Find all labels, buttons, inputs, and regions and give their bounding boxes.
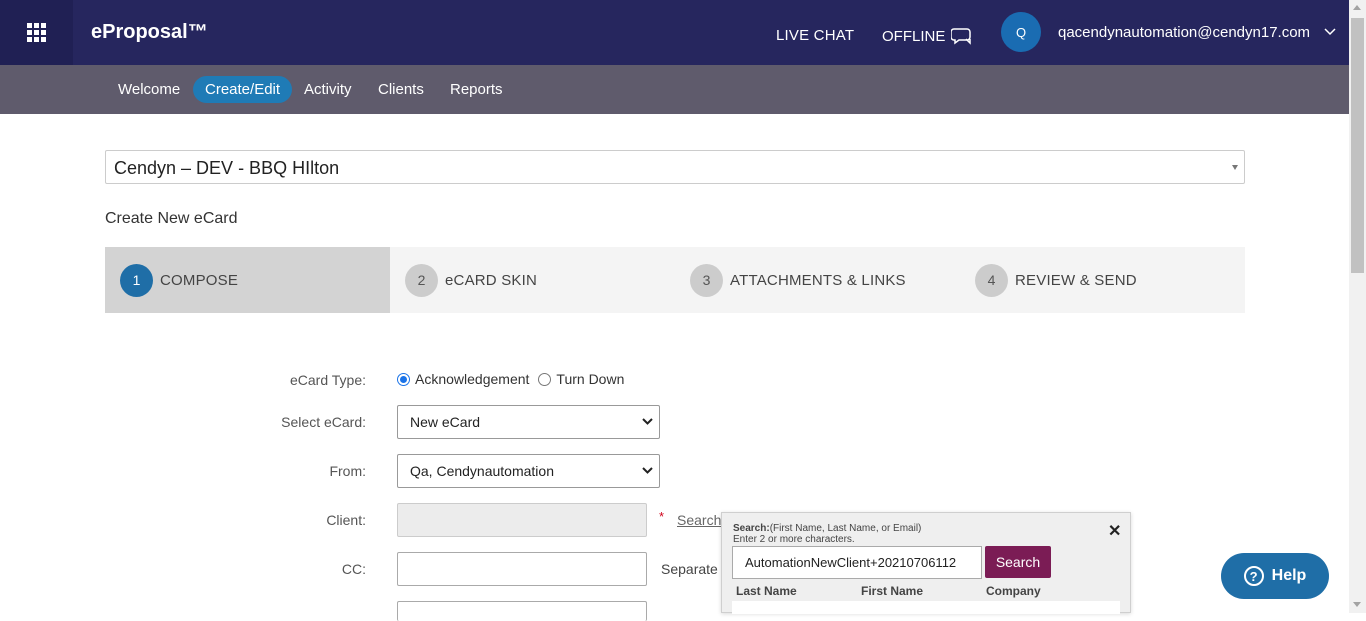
search-button[interactable]: Search [985,546,1051,578]
caret-down-icon [1232,165,1238,170]
required-marker: * [659,509,665,524]
question-mark-icon: ? [1243,566,1264,586]
from-value: Qa, Cendynautomation [410,463,554,479]
step-label: COMPOSE [160,271,239,289]
from-dropdown[interactable]: Qa, Cendynautomation [397,454,660,488]
avatar[interactable]: Q [1001,12,1041,52]
help-button[interactable]: ? Help [1221,553,1329,599]
main-nav: Welcome Create/Edit Activity Clients Rep… [0,65,1349,114]
nav-item-welcome[interactable]: Welcome [106,76,192,103]
offline-label: OFFLINE [882,27,946,45]
ecard-type-label: eCard Type: [289,372,366,388]
brand-logo: eProposal™ [91,21,208,43]
next-field[interactable] [397,601,647,621]
search-input[interactable]: AutomationNewClient+20210706112 [732,546,982,579]
step-attachments-links[interactable]: 3 ATTACHMENTS & LINKS [675,247,960,313]
step-label: ATTACHMENTS & LINKS [730,271,906,289]
step-label: REVIEW & SEND [1015,271,1137,289]
scrollbar-thumb[interactable] [1351,18,1364,273]
radio-acknowledgement-label[interactable]: Acknowledgement [415,371,529,387]
search-hint: Search:(First Name, Last Name, or Email) [733,523,921,534]
results-list [732,601,1120,614]
scroll-up-icon[interactable] [1353,5,1361,10]
column-header-company[interactable]: Company [986,584,1041,598]
page-scrollbar[interactable] [1349,0,1366,613]
property-selector-value: Cendyn – DEV - BBQ HIlton [114,158,340,178]
search-hint-bold: Search: [733,523,770,534]
help-label: Help [1271,567,1307,584]
column-header-last-name[interactable]: Last Name [736,584,797,598]
search-hint-min-chars: Enter 2 or more characters. [733,534,855,545]
close-icon[interactable]: ✕ [1108,521,1121,541]
step-review-send[interactable]: 4 REVIEW & SEND [960,247,1245,313]
step-ecard-skin[interactable]: 2 eCARD SKIN [390,247,675,313]
offline-status[interactable]: OFFLINE [882,27,973,45]
cc-field[interactable] [397,552,647,586]
radio-turn-down-label[interactable]: Turn Down [556,371,624,387]
client-search-link[interactable]: Search [677,512,721,528]
client-field[interactable] [397,503,647,537]
client-label: Client: [326,512,366,528]
radio-acknowledgement[interactable] [397,372,410,386]
property-selector[interactable]: Cendyn – DEV - BBQ HIlton [105,150,1245,184]
live-chat-link[interactable]: LIVE CHAT [776,27,854,44]
step-compose[interactable]: 1 COMPOSE [105,247,390,313]
select-ecard-label: Select eCard: [281,414,366,430]
user-email[interactable]: qacendynautomation@cendyn17.com [1058,24,1310,41]
chevron-down-icon [642,467,653,474]
step-number: 1 [120,263,153,297]
step-number: 3 [690,263,723,297]
step-label: eCARD SKIN [445,271,538,289]
app-grid-icon[interactable] [0,0,73,65]
chevron-down-icon[interactable] [1324,28,1336,36]
scroll-down-icon[interactable] [1353,602,1361,607]
search-hint-rest: (First Name, Last Name, or Email) [769,523,922,534]
radio-turn-down[interactable] [538,372,552,386]
page-title: Create New eCard [105,210,238,227]
nav-item-activity[interactable]: Activity [292,76,364,103]
chevron-down-icon [642,418,653,425]
ecard-type-radio-group: Acknowledgement Turn Down [397,371,624,387]
nav-item-reports[interactable]: Reports [438,76,515,103]
select-ecard-value: New eCard [410,414,481,430]
select-ecard-dropdown[interactable]: New eCard [397,405,660,439]
nav-item-create-edit[interactable]: Create/Edit [193,76,293,103]
step-number: 4 [975,263,1008,297]
top-bar: eProposal™ LIVE CHAT OFFLINE Q qacendyna… [0,0,1349,65]
step-number: 2 [405,263,438,297]
cc-hint: Separate [661,561,718,577]
client-search-popup: ✕ Search:(First Name, Last Name, or Emai… [721,512,1131,614]
cc-label: CC: [341,561,366,577]
column-header-first-name[interactable]: First Name [861,584,923,598]
from-label: From: [329,463,366,479]
wizard-steps: 1 COMPOSE 2 eCARD SKIN 3 ATTACHMENTS & L… [105,247,1245,313]
nav-item-clients[interactable]: Clients [366,76,436,103]
chat-bubble-icon [951,28,972,45]
